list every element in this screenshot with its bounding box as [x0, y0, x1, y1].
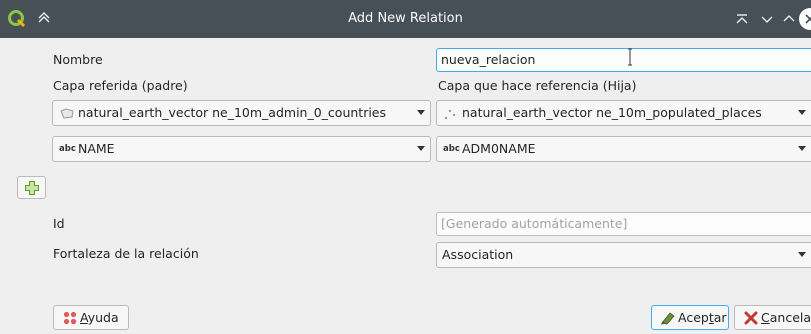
- strength-value: Association: [442, 247, 514, 262]
- strength-label: Fortaleza de la relación: [53, 246, 199, 261]
- cancel-label: Cancelar: [761, 310, 811, 325]
- cancel-icon: [744, 311, 758, 325]
- chevron-down-icon: [798, 110, 806, 115]
- cancel-button[interactable]: Cancelar: [734, 305, 811, 330]
- accept-label: Aceptar: [678, 310, 727, 325]
- chevron-down-icon: [798, 252, 806, 257]
- name-input[interactable]: nueva_relacion: [436, 48, 811, 72]
- text-cursor-icon: [627, 48, 633, 66]
- chevron-down-icon: [417, 146, 425, 151]
- maximize-icon[interactable]: [779, 9, 799, 29]
- strength-combo[interactable]: Association: [436, 242, 811, 268]
- accept-button[interactable]: Aceptar: [651, 305, 729, 330]
- name-value: nueva_relacion: [441, 52, 536, 67]
- close-icon[interactable]: [799, 8, 811, 30]
- chevron-down-icon: [417, 110, 425, 115]
- point-layer-icon: [443, 107, 457, 124]
- child-field-value: ADM0NAME: [462, 141, 536, 156]
- string-field-icon: abc: [443, 144, 460, 154]
- chevron-down-icon: [798, 146, 806, 151]
- child-layer-label: Capa que hace referencia (Hija): [438, 78, 637, 93]
- parent-field-combo[interactable]: abc NAME: [52, 136, 431, 162]
- minimize-icon[interactable]: [757, 9, 777, 29]
- help-button[interactable]: Ayuda: [53, 305, 129, 330]
- id-label: Id: [53, 216, 65, 231]
- help-icon: [63, 311, 77, 325]
- child-layer-combo[interactable]: natural_earth_vector ne_10m_populated_pl…: [436, 100, 811, 126]
- string-field-icon: abc: [59, 144, 76, 154]
- polygon-layer-icon: [59, 107, 75, 124]
- parent-field-value: NAME: [78, 141, 115, 156]
- parent-layer-value: natural_earth_vector ne_10m_admin_0_coun…: [78, 105, 387, 120]
- name-label: Nombre: [53, 52, 103, 67]
- help-label: Ayuda: [80, 310, 119, 325]
- shade-icon[interactable]: [732, 9, 752, 29]
- id-input[interactable]: [Generado automáticamente]: [436, 212, 811, 236]
- id-placeholder: [Generado automáticamente]: [441, 216, 628, 231]
- parent-layer-label: Capa referida (padre): [53, 78, 188, 93]
- parent-layer-combo[interactable]: natural_earth_vector ne_10m_admin_0_coun…: [52, 100, 431, 126]
- add-field-pair-button[interactable]: [17, 176, 46, 199]
- accept-icon: [661, 312, 675, 325]
- child-layer-value: natural_earth_vector ne_10m_populated_pl…: [462, 105, 762, 120]
- window-titlebar[interactable]: Add New Relation: [0, 0, 811, 38]
- child-field-combo[interactable]: abc ADM0NAME: [436, 136, 811, 162]
- window-title: Add New Relation: [348, 11, 463, 26]
- add-icon: [25, 181, 39, 195]
